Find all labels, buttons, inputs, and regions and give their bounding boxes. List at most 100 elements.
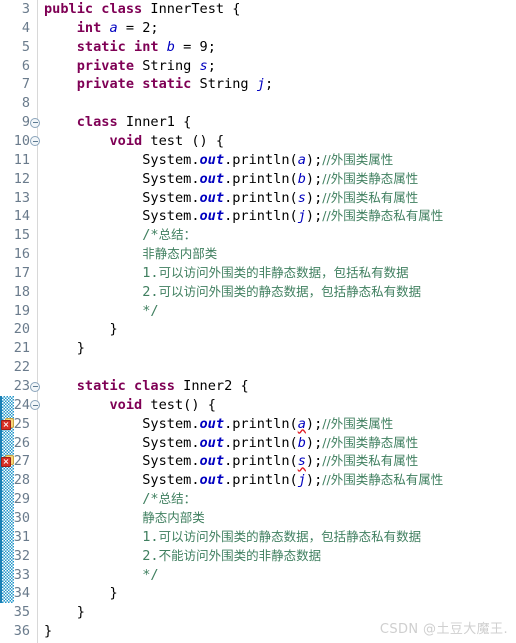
code-token: b (166, 38, 175, 55)
code-line[interactable]: 6 private String s; (0, 57, 516, 76)
code-text[interactable]: System.out.println(b);//外围类静态属性 (44, 434, 418, 453)
line-number: 14 (13, 208, 30, 225)
line-number: 13 (13, 189, 30, 206)
code-line[interactable]: 12 System.out.println(b);//外围类静态属性 (0, 170, 516, 189)
code-text[interactable]: System.out.println(a);//外围类属性 (44, 151, 393, 170)
fold-collapse-icon[interactable] (30, 381, 40, 392)
code-text[interactable]: } (44, 320, 117, 339)
line-number: 4 (21, 19, 30, 36)
code-token: } (44, 623, 53, 640)
error-marker-icon[interactable]: × (1, 417, 14, 431)
code-line[interactable]: 29 /*总结： (0, 490, 516, 509)
code-token: ; (207, 57, 216, 74)
code-text[interactable]: class Inner1 { (44, 113, 192, 132)
code-line[interactable]: 13 System.out.println(s);//外围类私有属性 (0, 189, 516, 208)
code-token: test () { (142, 132, 225, 149)
code-text[interactable]: 2.不能访问外围类的非静态数据 (44, 547, 321, 566)
code-text[interactable]: void test () { (44, 132, 224, 151)
code-line[interactable]: 27 × System.out.println(s);//外围类私有属性 (0, 452, 516, 471)
code-text[interactable]: static class Inner2 { (44, 377, 249, 396)
code-line[interactable]: 10 void test () { (0, 132, 516, 151)
error-marker-icon[interactable]: × (1, 455, 14, 468)
code-line[interactable]: 34 } (0, 584, 516, 603)
code-text[interactable]: void test() { (44, 396, 215, 415)
code-token: out (199, 151, 225, 168)
code-line[interactable]: 15 /*总结： (0, 226, 516, 245)
code-text[interactable]: */ (44, 566, 159, 585)
code-text[interactable]: } (44, 339, 85, 358)
code-text[interactable]: } (44, 603, 85, 622)
code-text[interactable]: System.out.println(s);//外围类私有属性 (44, 189, 418, 208)
code-token: } (44, 340, 85, 357)
fold-collapse-icon[interactable] (30, 136, 40, 147)
code-line[interactable]: 14 System.out.println(j);//外围类静态私有属性 (0, 207, 516, 226)
code-line[interactable]: 32 2.不能访问外围类的非静态数据 (0, 547, 516, 566)
line-number: 36 (13, 623, 30, 640)
code-text[interactable]: private String s; (44, 57, 216, 76)
code-text[interactable]: } (44, 622, 52, 641)
code-text[interactable]: System.out.println(b);//外围类静态属性 (44, 170, 418, 189)
code-text[interactable]: System.out.println(j);//外围类静态私有属性 (44, 207, 443, 226)
code-text[interactable]: System.out.println(s);//外围类私有属性 (44, 452, 418, 471)
line-number: 22 (13, 359, 30, 376)
line-number: 18 (13, 283, 30, 300)
code-token: ; (265, 76, 274, 93)
line-number: 20 (13, 321, 30, 338)
code-line[interactable]: 4 int a = 2; (0, 19, 516, 38)
code-line[interactable]: 24 void test() { (0, 396, 516, 415)
code-line[interactable]: 8 (0, 94, 516, 113)
code-text[interactable]: System.out.println(a);//外围类属性 (44, 415, 393, 434)
code-line[interactable]: 17 1.可以访问外围类的非静态数据，包括私有数据 (0, 264, 516, 283)
code-token: ); (305, 189, 323, 206)
code-token: class (76, 114, 118, 131)
code-line[interactable]: 16 非静态内部类 (0, 245, 516, 264)
code-line[interactable]: 11 System.out.println(a);//外围类属性 (0, 151, 516, 170)
line-number: 30 (13, 509, 30, 526)
code-line[interactable]: 23 static class Inner2 { (0, 377, 516, 396)
code-token: //外围类私有属性 (322, 453, 419, 469)
code-text[interactable]: 1.可以访问外围类的非静态数据，包括私有数据 (44, 264, 408, 283)
code-line[interactable]: 21 } (0, 339, 516, 358)
code-editor[interactable]: 3 public class InnerTest {4 int a = 2; 5 s… (0, 0, 516, 643)
code-line[interactable]: 19 */ (0, 302, 516, 321)
code-line[interactable]: 30 静态内部类 (0, 509, 516, 528)
code-text[interactable]: /*总结： (44, 490, 196, 509)
code-token: .println( (224, 208, 298, 225)
code-line[interactable]: 3 public class InnerTest { (0, 0, 516, 19)
code-token: System. (44, 170, 200, 187)
code-line[interactable]: 28 System.out.println(j);//外围类静态私有属性 (0, 471, 516, 490)
code-line[interactable]: 31 1.可以访问外围类的静态数据，包括静态私有数据 (0, 528, 516, 547)
code-text[interactable]: 2.可以访问外围类的静态数据，包括静态私有数据 (44, 283, 421, 302)
fold-collapse-icon[interactable] (30, 117, 40, 128)
csdn-watermark: CSDN @土豆大魔王. (379, 622, 508, 637)
code-line[interactable]: 18 2.可以访问外围类的静态数据，包括静态私有数据 (0, 283, 516, 302)
code-text[interactable]: 1.可以访问外围类的静态数据，包括静态私有数据 (44, 528, 421, 547)
code-line[interactable]: 26 System.out.println(b);//外围类静态属性 (0, 434, 516, 453)
line-number: 7 (21, 76, 30, 93)
code-line[interactable]: 22 (0, 358, 516, 377)
code-line[interactable]: 9 class Inner1 { (0, 113, 516, 132)
code-text[interactable]: private static String j; (44, 75, 273, 94)
code-token: 可以访问外围类的静态数据，包括静态私有数据 (158, 528, 422, 544)
code-text[interactable]: System.out.println(j);//外围类静态私有属性 (44, 471, 443, 490)
code-text[interactable]: */ (44, 302, 158, 321)
code-line[interactable]: 5 static int b = 9; (0, 38, 516, 57)
code-token: s (199, 57, 208, 74)
code-token: 静态内部类 (142, 509, 205, 525)
code-text[interactable]: } (44, 584, 117, 603)
code-line[interactable]: 25 × System.out.println(a);//外围类属性 (0, 415, 516, 434)
code-text[interactable]: static int b = 9; (44, 38, 216, 57)
code-line[interactable]: 20 } (0, 320, 516, 339)
code-text[interactable]: public class InnerTest { (44, 0, 240, 19)
fold-collapse-icon[interactable] (30, 400, 40, 411)
code-line[interactable]: 7 private static String j; (0, 75, 516, 94)
code-text[interactable]: /*总结： (44, 226, 196, 245)
code-token: */ (44, 566, 159, 583)
code-text[interactable]: 静态内部类 (44, 509, 205, 528)
code-text[interactable]: int a = 2; (44, 19, 159, 38)
code-text[interactable]: 非静态内部类 (44, 245, 217, 264)
code-line[interactable]: 33 */ (0, 566, 516, 585)
